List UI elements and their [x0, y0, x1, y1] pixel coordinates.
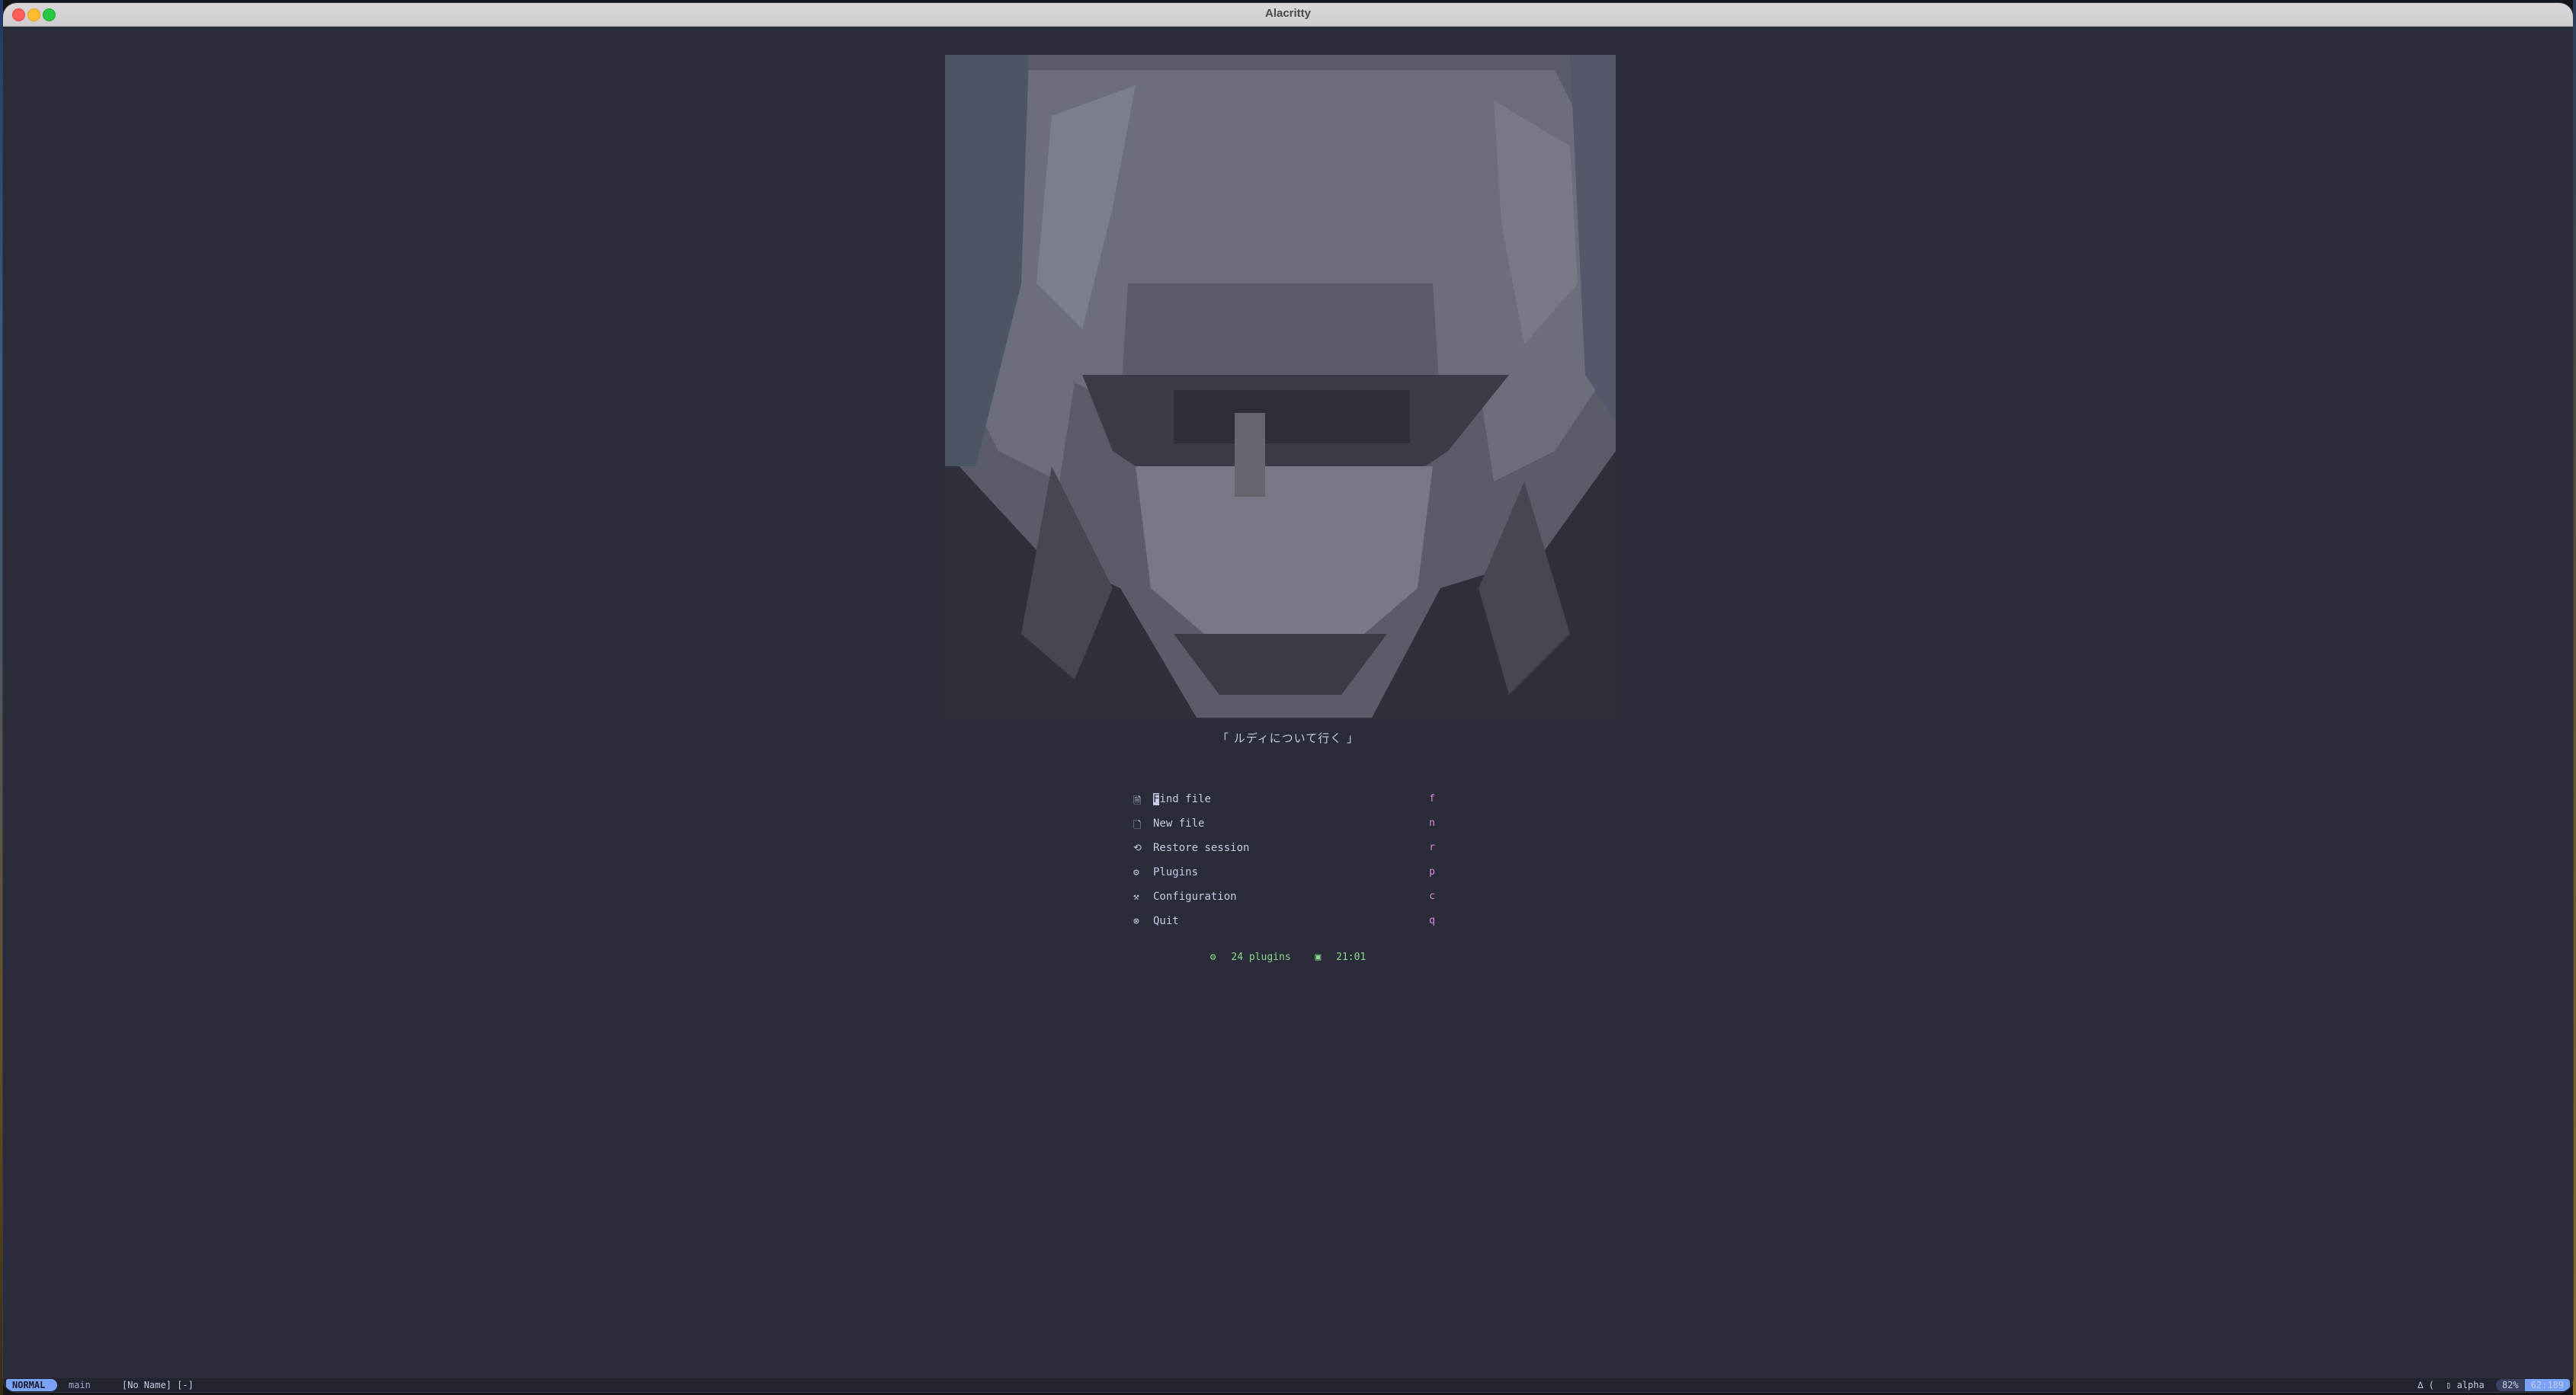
menu-label: New file [1153, 817, 1205, 830]
window-title: Alacritty [1264, 7, 1312, 20]
dashboard-tagline: 「 ルディについて行く 」 [1216, 731, 1360, 745]
git-branch: main [69, 1379, 91, 1391]
menu-label: Find file [1153, 793, 1211, 805]
dashboard-menu: 🗎 Find file f 🗋 New file n ⟲ Restore ses… [1133, 789, 1446, 936]
restore-icon: ⟲ [1133, 843, 1142, 854]
menu-item-restore-session[interactable]: ⟲ Restore session r [1133, 838, 1446, 862]
new-file-icon: 🗋 [1133, 820, 1142, 831]
menu-item-new-file[interactable]: 🗋 New file n [1133, 814, 1446, 838]
plugins-count-text: 24 plugins [1231, 952, 1291, 963]
ascii-portrait-image [945, 55, 1616, 721]
menu-shortcut-key: p [1429, 866, 1435, 878]
clock-text: 21:01 [1336, 952, 1366, 963]
menu-label: Restore session [1153, 842, 1250, 854]
filetype-icon: ▯ [2446, 1380, 2452, 1390]
menu-label: Plugins [1153, 866, 1199, 878]
statusline: NORMAL main [No Name] [-] ∆ ( ▯ alpha 82… [3, 1378, 2573, 1392]
diagnostics-icon: ∆ ( [2417, 1380, 2434, 1390]
menu-label: Quit [1153, 915, 1179, 927]
file-name: [No Name] [-] [122, 1380, 194, 1390]
menu-shortcut-key: c [1429, 891, 1435, 902]
desktop-right-edge [2573, 0, 2576, 1395]
config-icon: ⚒ [1133, 891, 1139, 903]
clock-icon: ▣ [1315, 952, 1322, 963]
plugin-icon: ⚙ [1210, 952, 1216, 963]
menu-label: Configuration [1153, 891, 1237, 903]
filetype: ▯ alpha [2446, 1379, 2485, 1391]
clock: ▣ 21:01 [1310, 952, 1370, 963]
dashboard-footer: ⚙ 24 plugins ▣ 21:01 [3, 952, 2573, 963]
statusline-right: ∆ ( ▯ alpha 82% 62:189 [2411, 1379, 2570, 1391]
file-search-icon: 🗎 [1133, 795, 1142, 807]
plugins-count: ⚙ 24 plugins [1206, 952, 1296, 963]
menu-shortcut-key: r [1429, 842, 1435, 853]
menu-item-find-file[interactable]: 🗎 Find file f [1133, 789, 1446, 814]
cursor: F [1153, 793, 1160, 805]
mode-indicator: NORMAL [6, 1379, 58, 1391]
quit-icon: ⊗ [1133, 916, 1139, 927]
terminal-window: Alacritty 「 ルディについて行く 」 🗎 Find file f 🗋 … [3, 3, 2573, 1392]
scroll-percent: 82% [2495, 1379, 2525, 1391]
plugins-icon: ⚙ [1133, 867, 1139, 878]
menu-item-configuration[interactable]: ⚒ Configuration c [1133, 887, 1446, 911]
menu-shortcut-key: n [1429, 817, 1435, 829]
filetype-text: alpha [2456, 1380, 2485, 1390]
cursor-position: 62:189 [2524, 1379, 2570, 1391]
branch-name: main [69, 1380, 91, 1390]
menu-shortcut-key: q [1429, 915, 1435, 926]
title-bar[interactable]: Alacritty [3, 3, 2573, 27]
terminal-area[interactable]: 「 ルディについて行く 」 🗎 Find file f 🗋 New file n… [3, 27, 2573, 1392]
ascii-art-header [945, 55, 1616, 721]
menu-shortcut-key: f [1429, 793, 1435, 805]
menu-item-plugins[interactable]: ⚙ Plugins p [1133, 862, 1446, 887]
menu-item-quit[interactable]: ⊗ Quit q [1133, 911, 1446, 936]
